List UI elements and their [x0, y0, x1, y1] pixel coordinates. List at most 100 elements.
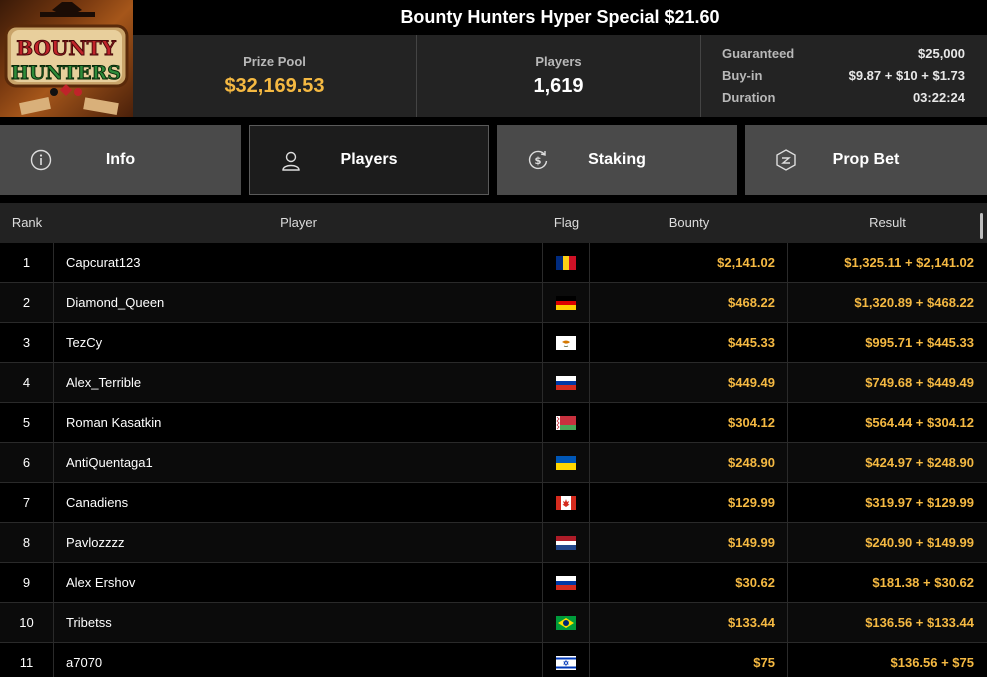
result-cell: $1,325.11 + $2,141.02: [844, 255, 974, 270]
flag-cyprus-icon: [556, 335, 576, 350]
bounty-cell: $248.90: [590, 443, 788, 482]
player-name-cell[interactable]: Pavlozzzz: [54, 523, 543, 562]
header-result[interactable]: Result: [788, 203, 987, 243]
logo-line1: BOUNTY: [16, 36, 116, 60]
guaranteed-label: Guaranteed: [722, 46, 795, 61]
flag-romania-icon: [556, 255, 576, 270]
flag-germany-icon: [556, 295, 576, 310]
tab-prop-bet[interactable]: Prop Bet: [745, 125, 987, 195]
bounty-cell: $75: [590, 643, 788, 677]
stats-panel: Prize Pool $32,169.53 Players 1,619 Guar…: [133, 35, 987, 117]
flag-cell: [543, 483, 590, 522]
flag-belarus-icon: [556, 415, 576, 430]
scrollbar-thumb[interactable]: [980, 213, 983, 239]
flag-cell: [543, 243, 590, 282]
flag-netherlands-icon: [556, 535, 576, 550]
tab-bar: Info Players $ Staking Prop Bet: [0, 125, 987, 195]
table-row[interactable]: 9 Alex Ershov $30.62 $181.38 + $30.62: [0, 563, 987, 603]
player-name-cell[interactable]: Alex Ershov: [54, 563, 543, 602]
tab-players[interactable]: Players: [249, 125, 489, 195]
duration-value: 03:22:24: [912, 90, 965, 105]
table-row[interactable]: 4 Alex_Terrible $449.49 $749.68 + $449.49: [0, 363, 987, 403]
bounty-cell: $304.12: [590, 403, 788, 442]
flag-cell: [543, 563, 590, 602]
player-name-cell[interactable]: Canadiens: [54, 483, 543, 522]
rank-cell: 7: [0, 483, 54, 522]
table-row[interactable]: 5 Roman Kasatkin $304.12 $564.44 + $304.12: [0, 403, 987, 443]
table-row[interactable]: 2 Diamond_Queen $468.22 $1,320.89 + $468.22: [0, 283, 987, 323]
result-cell: $995.71 + $445.33: [865, 335, 974, 350]
player-name-cell[interactable]: AntiQuentaga1: [54, 443, 543, 482]
players-count: Players 1,619: [416, 35, 700, 117]
tab-staking[interactable]: $ Staking: [497, 125, 737, 195]
buy-in-row: Buy-in $9.87 + $10 + $1.73: [722, 65, 965, 87]
guaranteed-row: Guaranteed $25,000: [722, 43, 965, 65]
result-cell: $564.44 + $304.12: [865, 415, 974, 430]
table-row[interactable]: 6 AntiQuentaga1 $248.90 $424.97 + $248.90: [0, 443, 987, 483]
rank-cell: 10: [0, 603, 54, 642]
flag-brazil-icon: [556, 615, 576, 630]
table-body: 1 Capcurat123 $2,141.02 $1,325.11 + $2,141.…: [0, 243, 987, 677]
tab-info[interactable]: Info: [0, 125, 241, 195]
table-row[interactable]: 7 Canadiens $129.99 $319.97 + $129.99: [0, 483, 987, 523]
flag-cell: [543, 403, 590, 442]
player-name-cell[interactable]: TezCy: [54, 323, 543, 362]
bounty-cell: $129.99: [590, 483, 788, 522]
buy-in-value: $9.87 + $10 + $1.73: [848, 68, 965, 83]
flag-russia-icon: [556, 375, 576, 390]
table-row[interactable]: 1 Capcurat123 $2,141.02 $1,325.11 + $2,141.…: [0, 243, 987, 283]
player-name-cell[interactable]: Roman Kasatkin: [54, 403, 543, 442]
bounty-cell: $149.99: [590, 523, 788, 562]
header-rank[interactable]: Rank: [0, 203, 54, 243]
table-row[interactable]: 8 Pavlozzzz $149.99 $240.90 + $149.99: [0, 523, 987, 563]
rank-cell: 6: [0, 443, 54, 482]
result-cell: $424.97 + $248.90: [865, 455, 974, 470]
flag-russia-icon: [556, 575, 576, 590]
result-cell: $749.68 + $449.49: [865, 375, 974, 390]
bounty-cell: $445.33: [590, 323, 788, 362]
rank-cell: 3: [0, 323, 54, 362]
player-name-cell[interactable]: Tribetss: [54, 603, 543, 642]
flag-cell: [543, 363, 590, 402]
bounty-cell: $468.22: [590, 283, 788, 322]
result-cell: $136.56 + $75: [890, 655, 975, 670]
flag-cell: [543, 323, 590, 362]
table-row[interactable]: 3 TezCy $445.33 $995.71 + $445.33: [0, 323, 987, 363]
tournament-details: Guaranteed $25,000 Buy-in $9.87 + $10 + …: [700, 35, 987, 117]
flag-cell: [543, 643, 590, 677]
table-row[interactable]: 10 Tribetss $133.44 $136.56 + $133.44: [0, 603, 987, 643]
table-header: Rank Player Flag Bounty Result: [0, 203, 987, 243]
logo-line2: HUNTERS: [11, 62, 121, 84]
players-table: Rank Player Flag Bounty Result 1 Capcurat…: [0, 203, 987, 677]
table-row[interactable]: 11 a7070 $75 $136.56 + $75: [0, 643, 987, 677]
header-player[interactable]: Player: [54, 203, 543, 243]
player-name-cell[interactable]: Capcurat123: [54, 243, 543, 282]
dollar-cycle-icon: $: [528, 150, 548, 170]
prize-pool-label: Prize Pool: [243, 54, 306, 69]
result-cell: $240.90 + $149.99: [865, 535, 974, 550]
rank-cell: 4: [0, 363, 54, 402]
tournament-logo: BOUNTY HUNTERS: [0, 0, 133, 117]
players-value: 1,619: [533, 75, 584, 97]
bounty-hunters-logo-icon: BOUNTY HUNTERS: [4, 2, 129, 116]
svg-text:$: $: [535, 156, 542, 167]
player-name-cell[interactable]: Diamond_Queen: [54, 283, 543, 322]
result-cell: $136.56 + $133.44: [865, 615, 974, 630]
result-cell: $181.38 + $30.62: [872, 575, 974, 590]
buy-in-label: Buy-in: [722, 68, 763, 83]
flag-ukraine-icon: [556, 455, 576, 470]
flag-canada-icon: [556, 495, 576, 510]
header-flag[interactable]: Flag: [543, 203, 590, 243]
flag-israel-icon: [556, 655, 576, 670]
player-name-cell[interactable]: a7070: [54, 643, 543, 677]
duration-label: Duration: [722, 90, 776, 105]
result-cell: $319.97 + $129.99: [865, 495, 974, 510]
guaranteed-value: $25,000: [918, 46, 965, 61]
bounty-cell: $2,141.02: [590, 243, 788, 282]
player-name-cell[interactable]: Alex_Terrible: [54, 363, 543, 402]
bounty-cell: $133.44: [590, 603, 788, 642]
result-cell: $1,320.89 + $468.22: [854, 295, 974, 310]
header-bounty[interactable]: Bounty: [590, 203, 788, 243]
bounty-cell: $449.49: [590, 363, 788, 402]
rank-cell: 1: [0, 243, 54, 282]
